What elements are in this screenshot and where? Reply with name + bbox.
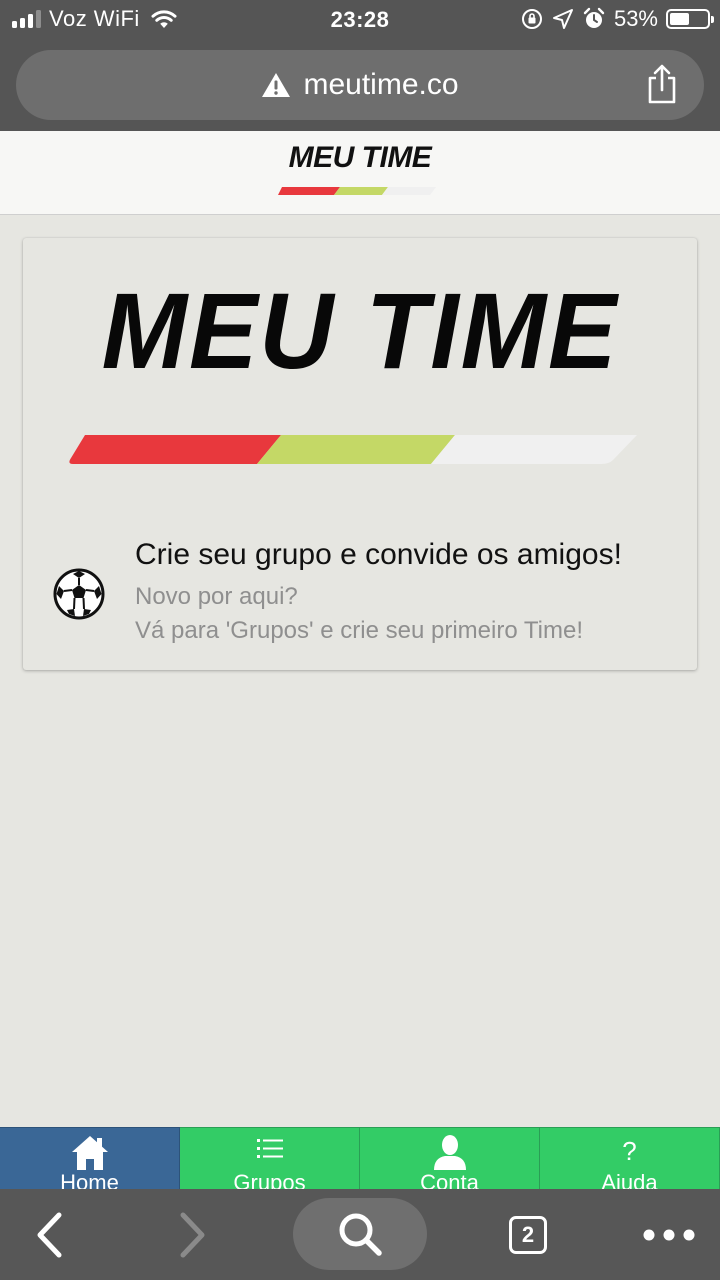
location-icon xyxy=(552,9,573,29)
welcome-message: Crie seu grupo e convide os amigos! Novo… xyxy=(135,538,687,648)
list-icon xyxy=(256,1139,283,1158)
more-dots-icon xyxy=(643,1229,695,1240)
tab-grupos-label: Grupos xyxy=(233,1170,306,1189)
search-button[interactable] xyxy=(293,1198,427,1270)
main-logo: MEU TIME xyxy=(101,270,619,391)
tab-home[interactable]: Home xyxy=(0,1127,180,1189)
site-header: MEU TIME xyxy=(0,131,720,215)
tab-conta[interactable]: Conta xyxy=(360,1127,540,1189)
url-text: meutime.co xyxy=(303,68,459,101)
alarm-icon xyxy=(583,7,605,28)
chevron-right-icon xyxy=(180,1212,205,1257)
tab-ajuda[interactable]: ? Ajuda xyxy=(540,1127,720,1189)
home-icon xyxy=(71,1136,108,1170)
share-icon[interactable] xyxy=(644,64,680,104)
battery-percentage: 53% xyxy=(613,6,658,31)
welcome-subtitle-line1: Novo por aqui? xyxy=(135,583,298,610)
tab-home-label: Home xyxy=(60,1170,119,1189)
welcome-subtitle-line2: Vá para 'Grupos' e crie seu primeiro Tim… xyxy=(135,617,584,644)
user-icon xyxy=(433,1135,466,1170)
header-logo[interactable]: MEU TIME xyxy=(0,141,720,175)
tab-ajuda-label: Ajuda xyxy=(601,1170,658,1189)
battery-level-fill xyxy=(670,13,690,25)
more-button[interactable] xyxy=(636,1189,702,1280)
search-icon xyxy=(339,1213,382,1256)
browser-bottom-toolbar: 2 xyxy=(0,1189,720,1280)
chevron-left-icon xyxy=(37,1212,62,1257)
warning-triangle-icon xyxy=(262,73,291,97)
welcome-card: MEU TIME Crie seu grupo e convide os ami… xyxy=(23,238,697,670)
browser-toolbar: meutime.co xyxy=(0,40,720,131)
address-bar[interactable]: meutime.co xyxy=(16,50,704,120)
tab-conta-label: Conta xyxy=(420,1170,479,1189)
welcome-title: Crie seu grupo e convide os amigos! xyxy=(135,538,622,571)
question-icon: ? xyxy=(622,1136,637,1166)
logo-stripe xyxy=(69,435,637,464)
battery-icon xyxy=(666,9,714,29)
back-button[interactable] xyxy=(20,1189,80,1280)
status-bar: Voz WiFi 23:28 53% xyxy=(0,0,720,40)
tab-count: 2 xyxy=(509,1215,547,1254)
tab-grupos[interactable]: Grupos xyxy=(180,1127,360,1189)
orientation-lock-icon xyxy=(521,9,542,29)
tabs-button[interactable]: 2 xyxy=(498,1189,558,1280)
soccer-ball-icon xyxy=(53,568,105,620)
bottom-tab-bar: Home Grupos Conta ? Ajuda xyxy=(0,1127,720,1189)
header-logo-stripe xyxy=(278,187,436,195)
forward-button[interactable] xyxy=(162,1189,222,1280)
